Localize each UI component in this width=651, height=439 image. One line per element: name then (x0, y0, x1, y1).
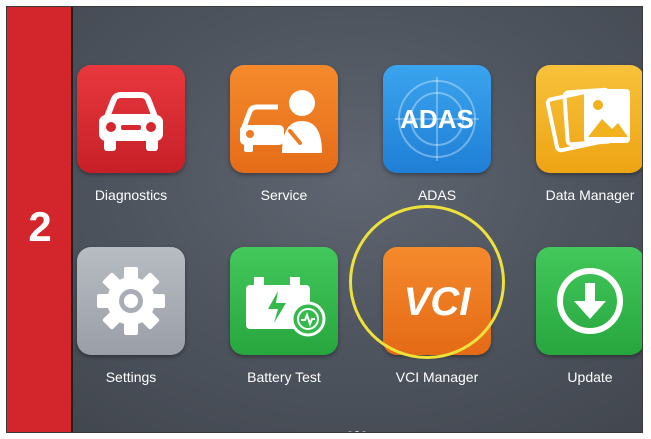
battery-icon (230, 247, 338, 355)
tablet-screen: 2 Diagnostics Service ADAS ADAS Data Man… (6, 6, 643, 433)
app-label: Diagnostics (94, 187, 168, 203)
page-dot (348, 431, 352, 432)
app-settings[interactable]: Settings (71, 247, 191, 385)
step-number: 2 (28, 203, 52, 250)
photos-icon (536, 65, 642, 173)
app-label: Update (567, 369, 613, 385)
page-dot (362, 431, 366, 432)
download-arrow-icon (536, 247, 642, 355)
app-label: ADAS (417, 187, 457, 203)
adas-icon: ADAS (383, 65, 491, 173)
app-label: Battery Test (247, 369, 321, 385)
app-service[interactable]: Service (224, 65, 344, 203)
app-label: Service (260, 187, 308, 203)
app-label: Data Manager (545, 187, 635, 203)
gear-icon (77, 247, 185, 355)
mechanic-service-icon (230, 65, 338, 173)
vci-icon: VCI (383, 247, 491, 355)
app-diagnostics[interactable]: Diagnostics (71, 65, 191, 203)
page-indicator (348, 431, 366, 432)
app-label: Settings (105, 369, 157, 385)
app-vci-manager[interactable]: VCI VCI Manager (377, 247, 497, 385)
app-label: VCI Manager (395, 369, 479, 385)
app-battery-test[interactable]: Battery Test (224, 247, 344, 385)
app-data-manager[interactable]: Data Manager (530, 65, 642, 203)
car-icon (77, 65, 185, 173)
page-dot-active (355, 431, 359, 432)
app-adas[interactable]: ADAS ADAS (377, 65, 497, 203)
vci-icon-text: VCI (404, 280, 472, 324)
step-marker-band: 2 (7, 7, 73, 432)
app-update[interactable]: Update (530, 247, 642, 385)
adas-icon-text: ADAS (400, 104, 474, 134)
